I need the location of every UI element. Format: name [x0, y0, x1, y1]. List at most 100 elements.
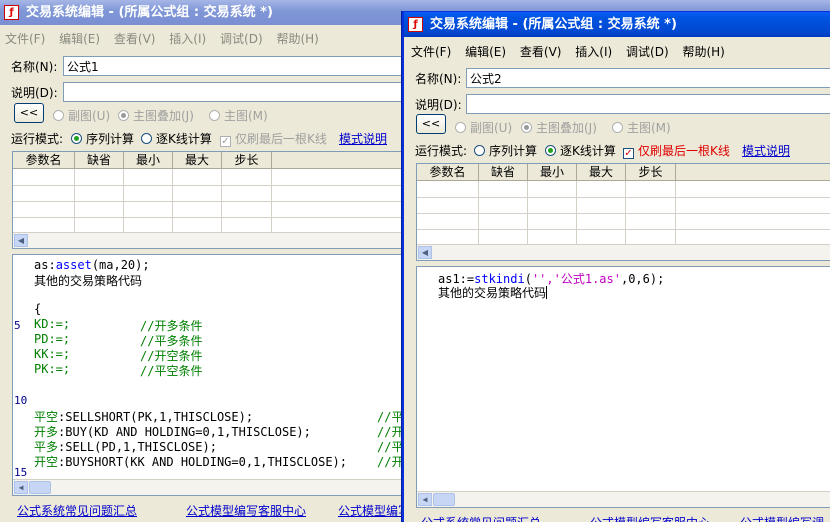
- menu-view[interactable]: 查看(V): [515, 41, 567, 62]
- radio-main-overlay[interactable]: 主图叠加(J): [118, 107, 194, 124]
- name-label: 名称(N):: [11, 60, 58, 74]
- menu-file[interactable]: 文件(F): [406, 41, 456, 62]
- col-header-empty: [272, 152, 411, 169]
- menu-help[interactable]: 帮助(H): [271, 28, 323, 49]
- only-last-bar-checkbox[interactable]: ✓ 仅刷最后一根K线: [623, 142, 730, 159]
- faq-link[interactable]: 公式系统常见问题汇总: [17, 502, 137, 519]
- name-field[interactable]: 公式2: [466, 68, 830, 88]
- col-header-default[interactable]: 缺省: [75, 152, 124, 169]
- col-header-empty: [676, 164, 830, 181]
- param-table[interactable]: 参数名 缺省 最小 最大 步长 ◀: [12, 151, 412, 249]
- window-title: 交易系统编辑 - (所属公式组 : 交易系统 *): [430, 17, 677, 32]
- col-divider: [271, 169, 272, 232]
- radio-sequence-calc[interactable]: 序列计算: [474, 142, 537, 159]
- col-divider: [576, 181, 577, 244]
- col-divider: [123, 169, 124, 232]
- scroll-left-arrow-icon[interactable]: ◀: [418, 493, 432, 506]
- col-header-param-name[interactable]: 参数名: [13, 152, 75, 169]
- col-divider: [527, 181, 528, 244]
- menu-insert[interactable]: 插入(I): [164, 28, 211, 49]
- title-bar[interactable]: ƒ 交易系统编辑 - (所属公式组 : 交易系统 *): [404, 12, 830, 37]
- col-header-step[interactable]: 步长: [222, 152, 272, 169]
- radio-per-bar-calc[interactable]: 逐K线计算: [141, 130, 212, 147]
- menu-edit[interactable]: 编辑(E): [54, 28, 105, 49]
- menu-file[interactable]: 文件(F): [0, 28, 50, 49]
- col-header-min[interactable]: 最小: [124, 152, 173, 169]
- menu-debug[interactable]: 调试(D): [215, 28, 268, 49]
- col-divider: [625, 181, 626, 244]
- code-editor[interactable]: 5 10 15 as:asset(ma,20); 其他的交易策略代码 { KD:…: [12, 254, 412, 496]
- code-comment: //平空条件: [140, 364, 203, 378]
- editor-hscroll[interactable]: ◀: [417, 491, 830, 507]
- line-number-gutter: 5 10 15: [14, 319, 28, 479]
- only-last-bar-checkbox[interactable]: ✓ 仅刷最后一根K线: [220, 130, 327, 147]
- menu-debug[interactable]: 调试(D): [621, 41, 674, 62]
- param-hscroll[interactable]: ◀: [13, 232, 411, 248]
- param-hscroll[interactable]: ◀: [417, 244, 830, 260]
- scroll-thumb[interactable]: [29, 481, 51, 494]
- col-divider: [478, 181, 479, 244]
- app-icon: ƒ: [408, 17, 423, 32]
- menu-view[interactable]: 查看(V): [109, 28, 161, 49]
- code-editor[interactable]: as1:=stkindi('','公式1.as',0,6); 其他的交易策略代码…: [416, 266, 830, 508]
- formula-writing-link[interactable]: 公式模型编写: [338, 502, 410, 519]
- scroll-left-arrow-icon[interactable]: ◀: [14, 234, 28, 247]
- scroll-thumb[interactable]: [433, 493, 455, 506]
- code-line: 其他的交易策略代码: [438, 286, 548, 300]
- row-divider: [13, 201, 411, 202]
- col-header-max[interactable]: 最大: [577, 164, 626, 181]
- menu-edit[interactable]: 编辑(E): [460, 41, 511, 62]
- app-icon: ƒ: [4, 5, 19, 20]
- code-line: 开空:BUYSHORT(KK AND HOLDING=0,1,THISCLOSE…: [34, 455, 347, 469]
- desc-field[interactable]: [63, 82, 408, 102]
- run-mode-label: 运行模式:: [415, 144, 468, 158]
- code-line: 其他的交易策略代码: [34, 274, 143, 288]
- code-line: PK:=;: [34, 362, 71, 376]
- menu-help[interactable]: 帮助(H): [677, 41, 729, 62]
- formula-writing-link[interactable]: 公式模型编写调: [740, 514, 824, 522]
- menu-bar: 文件(F) 编辑(E) 查看(V) 插入(I) 调试(D) 帮助(H): [406, 41, 830, 61]
- radio-main-overlay[interactable]: 主图叠加(J): [521, 119, 597, 136]
- editor-window-2: ƒ 交易系统编辑 - (所属公式组 : 交易系统 *) 文件(F) 编辑(E) …: [402, 11, 830, 522]
- col-header-min[interactable]: 最小: [528, 164, 577, 181]
- code-comment: //开: [377, 455, 404, 469]
- col-divider: [221, 169, 222, 232]
- code-line: KD:=;: [34, 317, 71, 331]
- col-divider: [675, 181, 676, 244]
- col-divider: [74, 169, 75, 232]
- code-line: KK:=;: [34, 347, 71, 361]
- radio-per-bar-calc[interactable]: 逐K线计算: [545, 142, 616, 159]
- radio-subchart[interactable]: 副图(U): [455, 119, 512, 136]
- window-title: 交易系统编辑 - (所属公式组 : 交易系统 *): [26, 5, 273, 20]
- faq-link[interactable]: 公式系统常见问题汇总: [421, 514, 541, 522]
- text-caret: [546, 286, 548, 299]
- scroll-left-arrow-icon[interactable]: ◀: [418, 246, 432, 259]
- support-center-link[interactable]: 公式模型编写客服中心: [186, 502, 306, 519]
- desc-field[interactable]: [466, 94, 830, 114]
- col-header-param-name[interactable]: 参数名: [417, 164, 479, 181]
- name-field[interactable]: 公式1: [63, 56, 408, 76]
- radio-mainchart[interactable]: 主图(M): [612, 119, 671, 136]
- mode-help-link[interactable]: 模式说明: [339, 130, 387, 147]
- col-divider: [172, 169, 173, 232]
- desc-label: 说明(D):: [415, 98, 462, 112]
- scroll-left-arrow-icon[interactable]: ◀: [14, 481, 28, 494]
- param-table[interactable]: 参数名 缺省 最小 最大 步长 ◀: [416, 163, 830, 261]
- support-center-link[interactable]: 公式模型编写客服中心: [590, 514, 710, 522]
- col-header-step[interactable]: 步长: [626, 164, 676, 181]
- mode-help-link[interactable]: 模式说明: [742, 142, 790, 159]
- col-header-default[interactable]: 缺省: [479, 164, 528, 181]
- name-label: 名称(N):: [415, 72, 462, 86]
- radio-mainchart[interactable]: 主图(M): [209, 107, 268, 124]
- menu-insert[interactable]: 插入(I): [570, 41, 617, 62]
- collapse-button[interactable]: <<: [14, 103, 44, 123]
- radio-subchart[interactable]: 副图(U): [53, 107, 110, 124]
- run-mode-label: 运行模式:: [11, 132, 64, 146]
- collapse-button[interactable]: <<: [416, 114, 446, 134]
- col-header-max[interactable]: 最大: [173, 152, 222, 169]
- row-divider: [13, 185, 411, 186]
- code-line: as:asset(ma,20);: [34, 258, 150, 272]
- radio-sequence-calc[interactable]: 序列计算: [71, 130, 134, 147]
- editor-hscroll[interactable]: ◀: [13, 479, 411, 495]
- desc-label: 说明(D):: [11, 86, 58, 100]
